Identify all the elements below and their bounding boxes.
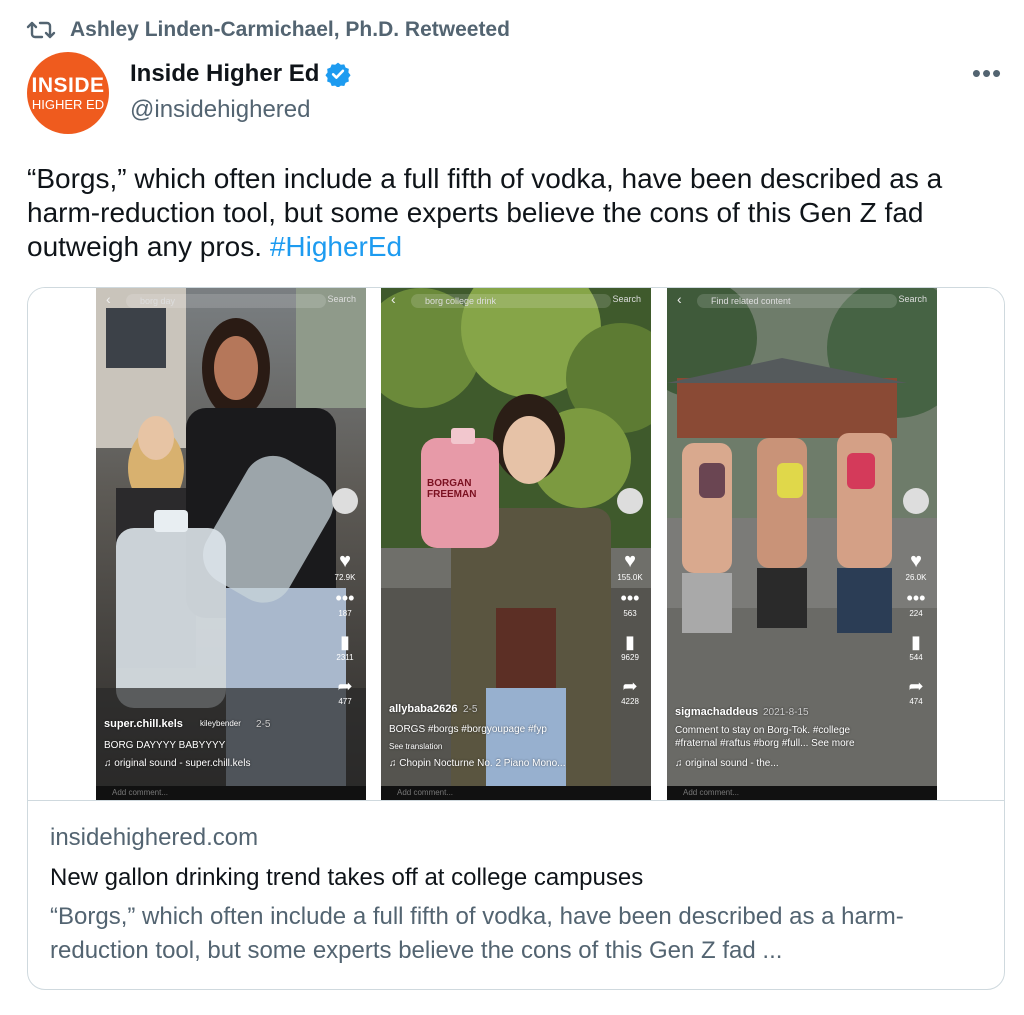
more-options-icon[interactable]: ••• xyxy=(972,58,1002,88)
comment-icon[interactable]: ••• xyxy=(901,588,931,609)
tiktok-post-age: 2-5 xyxy=(463,704,478,715)
jug-label: BORGAN FREEMAN xyxy=(427,478,477,500)
card-title[interactable]: New gallon drinking trend takes off at c… xyxy=(50,864,643,892)
creator-avatar[interactable] xyxy=(617,488,643,514)
avatar-logo-line1: INSIDE xyxy=(31,74,105,97)
comment-count: 187 xyxy=(338,609,352,618)
author-name[interactable]: Inside Higher Ed xyxy=(130,60,319,88)
comment-count: 563 xyxy=(623,609,637,618)
hashtag-link[interactable]: #HigherEd xyxy=(270,231,402,262)
heart-icon[interactable]: ♥ xyxy=(330,550,360,573)
tiktok-post-age: 2-5 xyxy=(256,719,271,730)
card-domain: insidehighered.com xyxy=(50,824,259,851)
add-comment-bar[interactable]: Add comment... xyxy=(381,786,651,800)
comment-icon[interactable]: ••• xyxy=(330,588,360,609)
like-count: 155.0K xyxy=(617,573,643,582)
back-arrow-icon[interactable]: ‹ xyxy=(391,291,396,307)
tweet-text: “Borgs,” which often include a full fift… xyxy=(27,162,1007,264)
tiktok-action-rail: ♥ 26.0K ••• 224 ▮ 544 ➦ 474 xyxy=(901,488,931,706)
card-divider xyxy=(28,800,1004,801)
save-count: 2311 xyxy=(336,653,354,662)
verified-badge-icon xyxy=(325,62,351,87)
tiktok-action-rail: ♥ 72.9K ••• 187 ▮ 2311 ➦ 477 xyxy=(330,488,360,706)
tiktok-search-label[interactable]: Search xyxy=(898,294,927,304)
share-icon[interactable]: ➦ xyxy=(330,676,360,697)
tiktok-search-bar[interactable]: borg day xyxy=(126,294,326,308)
comment-count: 224 xyxy=(909,609,923,618)
back-arrow-icon[interactable]: ‹ xyxy=(677,291,682,307)
save-count: 9629 xyxy=(621,653,639,662)
share-count: 477 xyxy=(338,697,352,706)
tiktok-username[interactable]: super.chill.kels xyxy=(104,718,183,730)
save-count: 544 xyxy=(909,653,923,662)
tiktok-caption: Comment to stay on Borg-Tok. #college #f… xyxy=(675,725,855,749)
bookmark-icon[interactable]: ▮ xyxy=(901,632,931,653)
tiktok-screenshot-2: BORGAN FREEMAN ‹ borg college drink Sear… xyxy=(381,288,651,800)
heart-icon[interactable]: ♥ xyxy=(615,550,645,573)
creator-avatar[interactable] xyxy=(332,488,358,514)
author-handle[interactable]: @insidehighered xyxy=(130,96,310,124)
author-name-row[interactable]: Inside Higher Ed xyxy=(130,60,351,88)
tiktok-post-age: 2021-8-15 xyxy=(763,707,809,718)
like-count: 26.0K xyxy=(905,573,927,582)
link-card[interactable]: ‹ borg day Search ♥ 72.9K ••• 187 ▮ 2311… xyxy=(27,287,1005,990)
heart-icon[interactable]: ♥ xyxy=(901,550,931,573)
card-description: “Borgs,” which often include a full fift… xyxy=(50,903,904,964)
add-comment-bar[interactable]: Add comment... xyxy=(667,786,937,800)
tiktok-screenshot-3: ‹ Find related content Search ♥ 26.0K ••… xyxy=(667,288,937,800)
like-count: 72.9K xyxy=(334,573,356,582)
tiktok-sound[interactable]: ♫ Chopin Nocturne No. 2 Piano Mono... xyxy=(389,758,565,769)
retweet-context[interactable]: Ashley Linden-Carmichael, Ph.D. Retweete… xyxy=(26,18,510,42)
tiktok-action-rail: ♥ 155.0K ••• 563 ▮ 9629 ➦ 4228 xyxy=(615,488,645,706)
share-icon[interactable]: ➦ xyxy=(901,676,931,697)
tiktok-caption: BORG DAYYYY BABYYYY xyxy=(104,740,226,751)
tiktok-search-label[interactable]: Search xyxy=(612,294,641,304)
add-comment-bar[interactable]: Add comment... xyxy=(96,786,366,800)
share-icon[interactable]: ➦ xyxy=(615,676,645,697)
card-media[interactable]: ‹ borg day Search ♥ 72.9K ••• 187 ▮ 2311… xyxy=(28,288,1004,800)
tiktok-username[interactable]: sigmachaddeus xyxy=(675,706,758,718)
share-count: 4228 xyxy=(621,697,639,706)
tiktok-tagged-user[interactable]: kileybender xyxy=(200,719,241,728)
tiktok-screenshot-1: ‹ borg day Search ♥ 72.9K ••• 187 ▮ 2311… xyxy=(96,288,366,800)
tiktok-sound[interactable]: ♫ original sound - super.chill.kels xyxy=(104,758,250,769)
see-translation-link[interactable]: See translation xyxy=(389,742,442,751)
tiktok-sound[interactable]: ♫ original sound - the... xyxy=(675,758,779,769)
tiktok-search-bar[interactable]: borg college drink xyxy=(411,294,611,308)
bookmark-icon[interactable]: ▮ xyxy=(615,632,645,653)
tweet-body: “Borgs,” which often include a full fift… xyxy=(27,163,943,262)
share-count: 474 xyxy=(909,697,923,706)
tiktok-username[interactable]: allybaba2626 xyxy=(389,703,458,715)
tiktok-search-bar[interactable]: Find related content xyxy=(697,294,897,308)
tiktok-search-label[interactable]: Search xyxy=(327,294,356,304)
creator-avatar[interactable] xyxy=(903,488,929,514)
retweet-text: Ashley Linden-Carmichael, Ph.D. Retweete… xyxy=(70,18,510,41)
retweet-icon xyxy=(26,21,56,39)
tiktok-caption: BORGS #borgs #borgyoupage #fyp xyxy=(389,724,547,735)
avatar[interactable]: INSIDE HIGHER ED xyxy=(27,52,109,134)
bookmark-icon[interactable]: ▮ xyxy=(330,632,360,653)
comment-icon[interactable]: ••• xyxy=(615,588,645,609)
back-arrow-icon[interactable]: ‹ xyxy=(106,291,111,307)
avatar-logo-line2: HIGHER ED xyxy=(31,97,105,112)
